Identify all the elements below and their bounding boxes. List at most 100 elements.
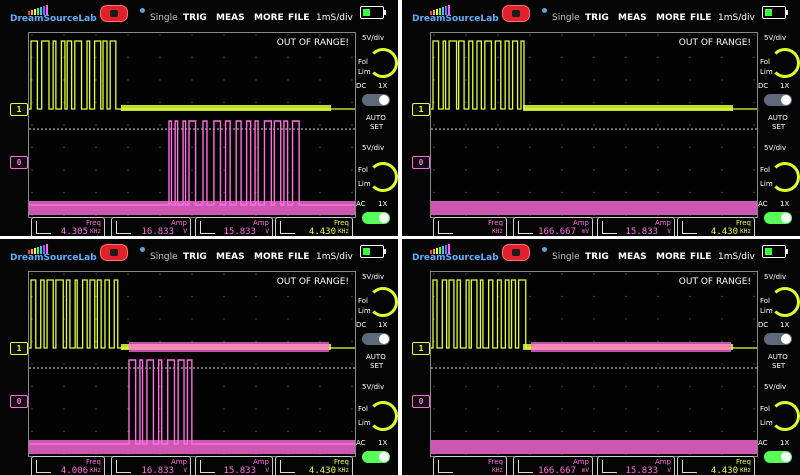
ch1-offset-marker[interactable]: 1 xyxy=(412,103,430,116)
menu-file[interactable]: FILE xyxy=(288,13,309,23)
ch0-offset-marker[interactable]: 0 xyxy=(412,395,430,408)
menu-more[interactable]: MORE xyxy=(254,252,284,262)
ch1-coupling-label[interactable]: DC xyxy=(758,321,768,329)
ch0-scale-knob[interactable] xyxy=(770,162,800,192)
auto-set-button[interactable] xyxy=(758,110,798,134)
ch0-scale-knob[interactable] xyxy=(770,401,800,431)
ch1-scale-readout[interactable]: 5V/div xyxy=(764,273,786,281)
menu-trig[interactable]: TRIG xyxy=(585,13,609,23)
measurement-box[interactable]: Amp 15.833 V xyxy=(195,456,273,475)
ch0-coupling-label[interactable]: AC xyxy=(758,200,768,208)
run-stop-button[interactable] xyxy=(100,5,128,22)
measurement-box[interactable]: Freq 4.006 KHz xyxy=(31,456,105,475)
auto-set-button[interactable] xyxy=(356,349,396,373)
ch1-fine-label[interactable]: Fol xyxy=(358,58,368,66)
timebase-readout[interactable]: 1mS/div xyxy=(718,13,755,23)
timebase-readout[interactable]: 1mS/div xyxy=(718,252,755,262)
ch1-enable-toggle[interactable] xyxy=(362,333,390,345)
single-mode-button[interactable]: Single xyxy=(150,252,178,262)
ch0-coupling-label[interactable]: AC xyxy=(758,439,768,447)
timebase-readout[interactable]: 1mS/div xyxy=(316,13,353,23)
ch0-probe-label[interactable]: 1X xyxy=(780,439,789,447)
menu-meas[interactable]: MEAS xyxy=(216,252,245,262)
ch0-probe-label[interactable]: 1X xyxy=(780,200,789,208)
ch1-scale-knob[interactable] xyxy=(770,287,800,317)
ch1-scale-knob[interactable] xyxy=(770,48,800,78)
ch0-scale-readout[interactable]: 5V/div xyxy=(764,383,786,391)
menu-more[interactable]: MORE xyxy=(656,252,686,262)
menu-meas[interactable]: MEAS xyxy=(618,13,647,23)
ch0-coupling-label[interactable]: AC xyxy=(356,439,366,447)
ch0-coupling-label[interactable]: AC xyxy=(356,200,366,208)
menu-trig[interactable]: TRIG xyxy=(183,252,207,262)
ch1-probe-label[interactable]: 1X xyxy=(780,321,789,329)
ch1-fine-label[interactable]: Fol xyxy=(760,297,770,305)
run-stop-button[interactable] xyxy=(502,5,530,22)
ch1-fine-label[interactable]: Fol xyxy=(358,297,368,305)
single-mode-button[interactable]: Single xyxy=(552,252,580,262)
measurement-box[interactable]: Amp 166.667 mV xyxy=(513,456,593,475)
ch0-scale-readout[interactable]: 5V/div xyxy=(764,144,786,152)
ch0-enable-toggle[interactable] xyxy=(764,451,792,463)
menu-file[interactable]: FILE xyxy=(690,252,711,262)
ch0-probe-label[interactable]: 1X xyxy=(378,439,387,447)
ch1-offset-marker[interactable]: 1 xyxy=(412,342,430,355)
ch1-scale-readout[interactable]: 5V/div xyxy=(764,34,786,42)
ch1-scale-knob[interactable] xyxy=(368,287,398,317)
ch1-scale-readout[interactable]: 5V/div xyxy=(362,273,384,281)
measurement-box[interactable]: Freq 4.430 KHz xyxy=(677,217,755,236)
measurement-box[interactable]: Freq 4.430 KHz xyxy=(677,456,755,475)
timebase-readout[interactable]: 1mS/div xyxy=(316,252,353,262)
ch1-coupling-label[interactable]: DC xyxy=(356,82,366,90)
measurement-box[interactable]: Freq 4.305 KHz xyxy=(31,217,105,236)
measurement-box[interactable]: Amp 166.667 mV xyxy=(513,217,593,236)
menu-more[interactable]: MORE xyxy=(656,13,686,23)
ch1-probe-label[interactable]: 1X xyxy=(378,82,387,90)
ch0-enable-toggle[interactable] xyxy=(764,212,792,224)
menu-more[interactable]: MORE xyxy=(254,13,284,23)
ch0-fine-label[interactable]: Fol xyxy=(760,166,770,174)
measurement-box[interactable]: Amp 15.833 V xyxy=(597,456,675,475)
ch0-offset-marker[interactable]: 0 xyxy=(10,395,28,408)
menu-trig[interactable]: TRIG xyxy=(585,252,609,262)
menu-trig[interactable]: TRIG xyxy=(183,13,207,23)
measurement-box[interactable]: Amp 15.833 V xyxy=(195,217,273,236)
measurement-box[interactable]: Amp 16.833 V xyxy=(111,217,191,236)
ch1-coupling-label[interactable]: DC xyxy=(758,82,768,90)
ch1-enable-toggle[interactable] xyxy=(764,94,792,106)
ch0-probe-label[interactable]: 1X xyxy=(378,200,387,208)
ch1-scale-knob[interactable] xyxy=(368,48,398,78)
measurement-box[interactable]: Freq KHz xyxy=(433,217,507,236)
ch0-fine-label[interactable]: Fol xyxy=(358,405,368,413)
ch1-probe-label[interactable]: 1X xyxy=(378,321,387,329)
single-mode-button[interactable]: Single xyxy=(552,13,580,23)
menu-file[interactable]: FILE xyxy=(690,13,711,23)
ch0-offset-marker[interactable]: 0 xyxy=(10,156,28,169)
ch1-offset-marker[interactable]: 1 xyxy=(10,342,28,355)
menu-meas[interactable]: MEAS xyxy=(216,13,245,23)
ch1-offset-marker[interactable]: 1 xyxy=(10,103,28,116)
measurement-box[interactable]: Amp 16.833 V xyxy=(111,456,191,475)
menu-meas[interactable]: MEAS xyxy=(618,252,647,262)
ch0-fine-label[interactable]: Fol xyxy=(760,405,770,413)
ch0-offset-marker[interactable]: 0 xyxy=(412,156,430,169)
ch0-fine-label[interactable]: Fol xyxy=(358,166,368,174)
ch0-scale-knob[interactable] xyxy=(368,162,398,192)
ch1-scale-readout[interactable]: 5V/div xyxy=(362,34,384,42)
ch1-enable-toggle[interactable] xyxy=(764,333,792,345)
ch1-enable-toggle[interactable] xyxy=(362,94,390,106)
ch0-enable-toggle[interactable] xyxy=(362,451,390,463)
run-stop-button[interactable] xyxy=(100,244,128,261)
ch0-enable-toggle[interactable] xyxy=(362,212,390,224)
auto-set-button[interactable] xyxy=(356,110,396,134)
ch1-probe-label[interactable]: 1X xyxy=(780,82,789,90)
menu-file[interactable]: FILE xyxy=(288,252,309,262)
ch0-scale-readout[interactable]: 5V/div xyxy=(362,383,384,391)
measurement-box[interactable]: Freq 4.430 KHz xyxy=(275,456,353,475)
ch0-scale-knob[interactable] xyxy=(368,401,398,431)
measurement-box[interactable]: Freq KHz xyxy=(433,456,507,475)
ch0-scale-readout[interactable]: 5V/div xyxy=(362,144,384,152)
ch1-fine-label[interactable]: Fol xyxy=(760,58,770,66)
measurement-box[interactable]: Freq 4.430 KHz xyxy=(275,217,353,236)
run-stop-button[interactable] xyxy=(502,244,530,261)
